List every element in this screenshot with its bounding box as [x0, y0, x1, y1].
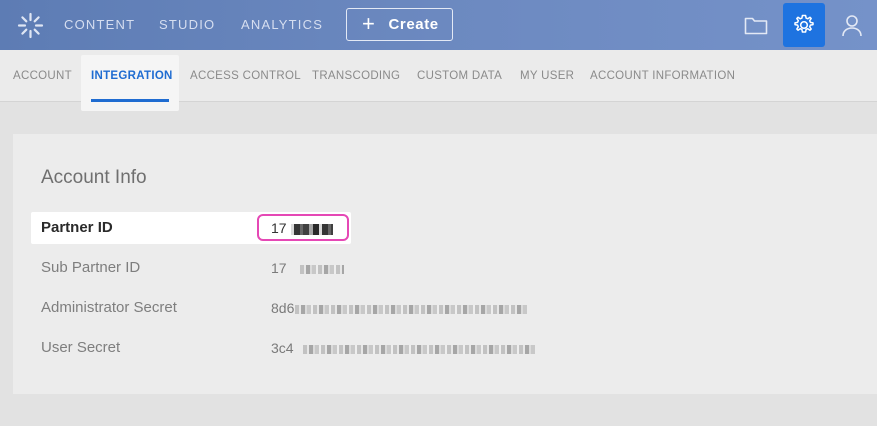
redacted-block	[300, 264, 345, 274]
tab-account[interactable]: ACCOUNT	[13, 70, 72, 82]
partner-id-label: Partner ID	[41, 219, 113, 236]
account-info-title: Account Info	[41, 167, 147, 188]
administrator-secret-label: Administrator Secret	[41, 299, 177, 316]
administrator-secret-value[interactable]: 8d6	[271, 300, 528, 316]
redacted-block	[303, 344, 536, 354]
tab-integration[interactable]: INTEGRATION	[91, 70, 173, 82]
sub-partner-id-label: Sub Partner ID	[41, 259, 141, 276]
tab-my-user[interactable]: MY USER	[520, 70, 574, 82]
tab-transcoding[interactable]: TRANSCODING	[312, 70, 400, 82]
active-tab-indicator	[91, 99, 169, 102]
partner-id-value[interactable]: 17	[271, 220, 334, 236]
nav-content[interactable]: CONTENT	[64, 17, 135, 32]
folder-icon[interactable]	[739, 8, 773, 42]
top-bar: CONTENT STUDIO ANALYTICS + Create	[0, 0, 877, 50]
kaltura-logo-icon[interactable]	[17, 12, 44, 39]
tab-account-information[interactable]: ACCOUNT INFORMATION	[590, 70, 735, 82]
nav-analytics[interactable]: ANALYTICS	[241, 17, 323, 32]
plus-icon: +	[362, 10, 376, 36]
active-tab-background	[81, 55, 179, 111]
gear-icon[interactable]	[783, 3, 825, 47]
tab-custom-data[interactable]: CUSTOM DATA	[417, 70, 502, 82]
redacted-block	[295, 304, 528, 314]
redacted-block	[291, 223, 334, 235]
create-button[interactable]: + Create	[346, 8, 453, 41]
user-secret-label: User Secret	[41, 339, 121, 356]
user-secret-value[interactable]: 3c4	[271, 340, 536, 356]
nav-studio[interactable]: STUDIO	[159, 17, 215, 32]
user-icon[interactable]	[835, 8, 869, 42]
sub-partner-id-value[interactable]: 17	[271, 260, 345, 276]
create-button-label: Create	[388, 16, 439, 33]
tab-access-control[interactable]: ACCESS CONTROL	[190, 70, 301, 82]
